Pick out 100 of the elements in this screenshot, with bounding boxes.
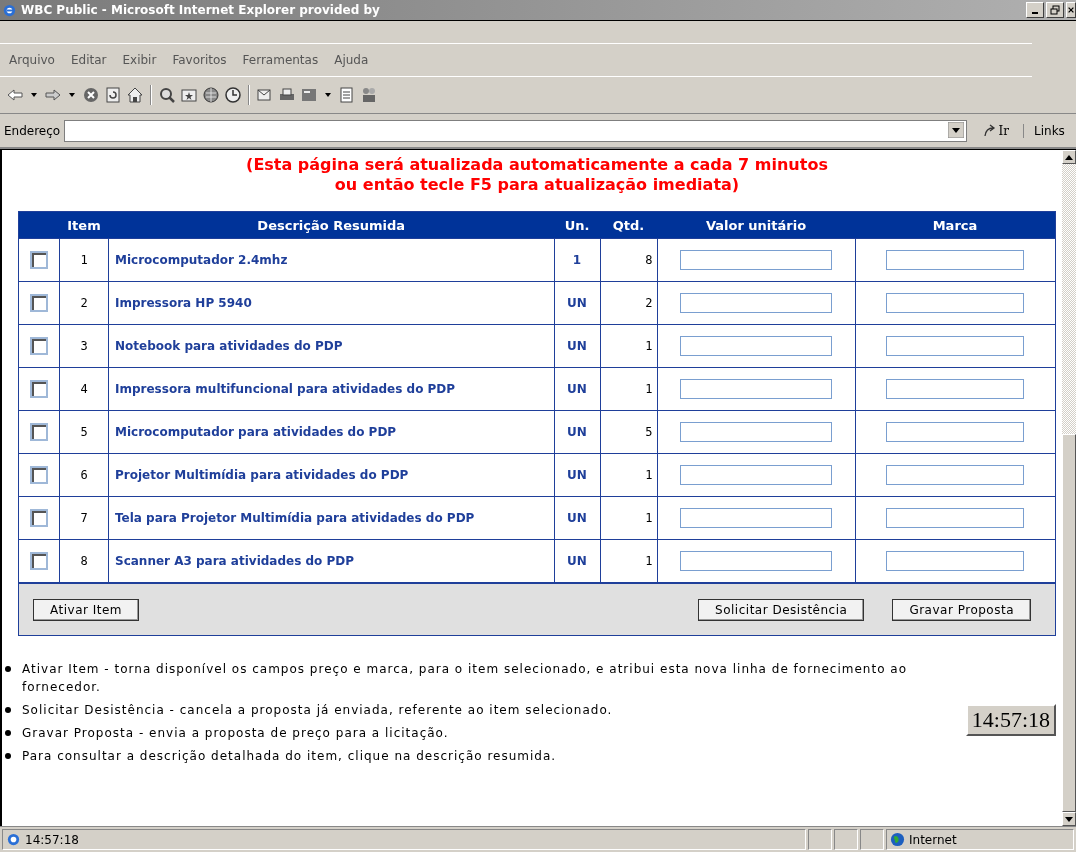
caret-icon[interactable] [69,93,75,97]
back-arrow-icon[interactable] [6,86,24,104]
unit-price-field[interactable] [680,336,832,356]
description-link[interactable]: Scanner A3 para atividades do PDP [115,554,355,568]
row-checkbox[interactable] [30,466,48,484]
caret-icon[interactable] [325,93,331,97]
description-link[interactable]: Notebook para atividades do PDP [115,339,343,353]
go-button[interactable]: Ir [970,123,1024,138]
menu-item[interactable]: Editar [61,53,114,67]
unit-price-field[interactable] [680,250,832,270]
quantity-text: 1 [645,511,653,525]
bullet-icon [5,730,11,736]
minimize-button[interactable] [1026,2,1044,18]
bullet-icon [5,707,11,713]
brand-field[interactable] [886,293,1025,313]
menu-item[interactable]: Arquivo [0,53,62,67]
status-pane [834,829,858,850]
column-header: Item [59,212,109,239]
globe-icon [890,832,905,847]
quantity-text: 1 [645,382,653,396]
bullet-icon [5,666,11,672]
row-checkbox[interactable] [30,294,48,312]
item-number: 6 [80,468,88,482]
column-header: Qtd. [600,212,657,239]
brand-field[interactable] [886,379,1025,399]
form-button[interactable]: Ativar Item [33,599,140,621]
row-checkbox[interactable] [30,337,48,355]
item-number: 8 [80,554,88,568]
brand-field[interactable] [886,336,1025,356]
clock-icon[interactable] [224,86,242,104]
envelope-icon[interactable] [256,86,274,104]
column-header: Valor unitário [657,212,855,239]
quantity-text: 1 [645,554,653,568]
brand-field[interactable] [886,250,1025,270]
address-label: Endereço [4,123,61,138]
item-number: 1 [80,253,88,267]
unit-text: UN [567,554,587,568]
status-pane [860,829,884,850]
item-number: 3 [80,339,88,353]
go-arrow-icon [982,123,997,138]
restore-icon [1050,5,1060,15]
down-arrow-icon[interactable] [1065,816,1073,822]
item-number: 7 [80,511,88,525]
column-header: Un. [554,212,600,239]
search-icon[interactable] [158,86,176,104]
unit-price-field[interactable] [680,293,832,313]
brand-field[interactable] [886,465,1025,485]
restore-button[interactable] [1046,2,1064,18]
help-note: Solicitar Desistência - cancela a proposta já enviada, referente ao item selecionado. [22,702,613,719]
row-checkbox[interactable] [30,380,48,398]
auto-refresh-notice: (Esta página será atualizada automaticamente a cada 7 minutos [245,155,829,175]
menu-item[interactable]: Favoritos [163,53,234,67]
address-field[interactable] [64,119,967,142]
status-text: 14:57:18 [25,832,79,847]
quantity-text: 1 [645,468,653,482]
unit-text: 1 [572,253,582,267]
up-arrow-icon[interactable] [1065,154,1073,160]
scrollbar[interactable] [1062,150,1076,826]
brand-field[interactable] [886,422,1025,442]
close-icon [1067,5,1075,15]
menu-item[interactable]: Ajuda [325,53,376,67]
forward-arrow-icon[interactable] [44,86,62,104]
help-note: Gravar Proposta - envia a proposta de preço para a licitação. [22,725,449,742]
unit-price-field[interactable] [680,379,832,399]
quantity-text: 8 [645,253,653,267]
home-icon[interactable] [126,86,144,104]
help-note: Ativar Item - torna disponível os campos preço e marca, para o item selecionado, e atribui esta nova linha de fornecimento ao fornecedor. [22,661,909,696]
refresh-icon[interactable] [104,86,122,104]
brand-field[interactable] [886,551,1025,571]
zone-text: Internet [909,832,957,847]
caret-icon[interactable] [31,93,37,97]
help-note: Para consultar a descrição detalhada do item, clique na descrição resumida. [22,748,557,765]
quantity-text: 1 [645,339,653,353]
row-checkbox[interactable] [30,509,48,527]
column-header: Descrição Resumida [108,212,554,239]
links-button[interactable]: Links [1028,123,1072,138]
unit-text: UN [567,382,587,396]
unit-text: UN [567,339,587,353]
description-link[interactable]: Impressora HP 5940 [115,296,252,310]
quantity-text: 2 [645,296,653,310]
close-button[interactable] [1066,2,1076,18]
row-checkbox[interactable] [30,552,48,570]
unit-price-field[interactable] [680,551,832,571]
brand-field[interactable] [886,508,1025,528]
stop-icon[interactable] [82,86,100,104]
row-checkbox[interactable] [30,251,48,269]
unit-text: UN [567,425,587,439]
description-link[interactable]: Microcomputador 2.4mhz [115,253,288,267]
bullet-icon [5,753,11,759]
unit-price-field[interactable] [680,422,832,442]
globe-icon[interactable] [202,86,220,104]
unit-price-field[interactable] [680,465,832,485]
row-checkbox[interactable] [30,423,48,441]
unit-text: UN [567,468,587,482]
form-button[interactable]: Gravar Proposta [892,599,1031,621]
menu-item[interactable]: Exibir [113,53,164,67]
menu-item[interactable]: Ferramentas [233,53,326,67]
document-icon[interactable] [300,86,318,104]
unit-price-field[interactable] [680,508,832,528]
form-button[interactable]: Solicitar Desistência [698,599,865,621]
